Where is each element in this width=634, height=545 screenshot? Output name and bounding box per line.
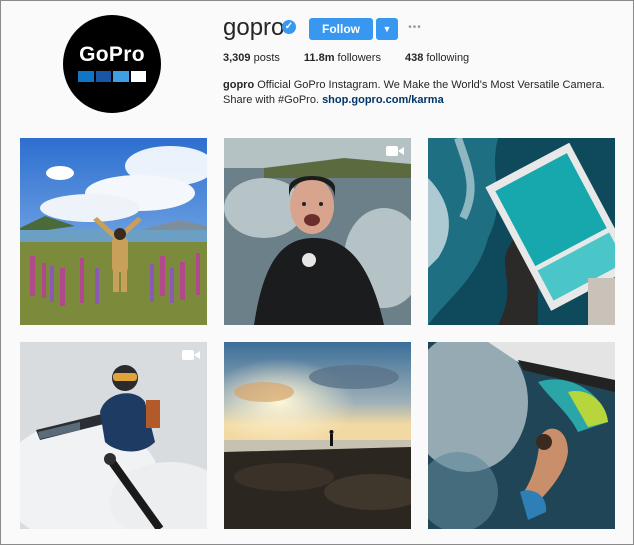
- caret-down-icon[interactable]: ▼: [376, 18, 398, 40]
- bio-link[interactable]: shop.gopro.com/karma: [322, 94, 444, 106]
- post-image: [428, 138, 615, 325]
- post-surfer-selfie[interactable]: [224, 138, 411, 325]
- gopro-logo-text: GoPro: [79, 43, 145, 66]
- profile-username: gopro: [223, 14, 285, 41]
- posts-label: posts: [253, 52, 280, 64]
- verified-badge-icon: ✓: [282, 20, 296, 34]
- profile-page: GoPro gopro ✓ Follow ▼ ••• 3,309 posts 1…: [0, 0, 634, 545]
- following-label: following: [426, 52, 470, 64]
- bio-text-line1: Official GoPro Instagram. We Make the Wo…: [257, 79, 605, 91]
- bio-text-line2: Share with #GoPro.: [223, 94, 319, 106]
- ellipsis-icon[interactable]: •••: [405, 18, 425, 38]
- profile-bio: gopro Official GoPro Instagram. We Make …: [223, 78, 623, 108]
- post-ocean-pool-aerial[interactable]: [428, 138, 615, 325]
- post-snowboarder-powder[interactable]: [20, 342, 207, 529]
- video-camera-icon: [182, 350, 200, 360]
- post-image: [20, 342, 207, 529]
- post-sunset-coast[interactable]: [224, 342, 411, 529]
- followers-value: 11.8m: [303, 52, 335, 64]
- post-image: [428, 342, 615, 529]
- profile-stats: 3,309 posts 11.8m followers 438 followin…: [223, 52, 493, 64]
- followers-label: followers: [337, 52, 381, 64]
- following-value: 438: [404, 52, 424, 64]
- followers-count[interactable]: 11.8m followers: [304, 52, 381, 64]
- posts-count: 3,309 posts: [223, 52, 280, 64]
- post-image: [20, 138, 207, 325]
- bio-name: gopro: [223, 79, 255, 91]
- follow-button[interactable]: Follow: [309, 18, 373, 40]
- post-image: [224, 342, 411, 529]
- post-image: [224, 138, 411, 325]
- video-camera-icon: [386, 146, 404, 156]
- following-count[interactable]: 438 following: [405, 52, 469, 64]
- post-kitesurfer-underwater[interactable]: [428, 342, 615, 529]
- avatar[interactable]: GoPro: [63, 15, 161, 113]
- post-lupines-mountains[interactable]: [20, 138, 207, 325]
- gopro-logo-blocks: [78, 71, 146, 82]
- posts-value: 3,309: [223, 52, 251, 64]
